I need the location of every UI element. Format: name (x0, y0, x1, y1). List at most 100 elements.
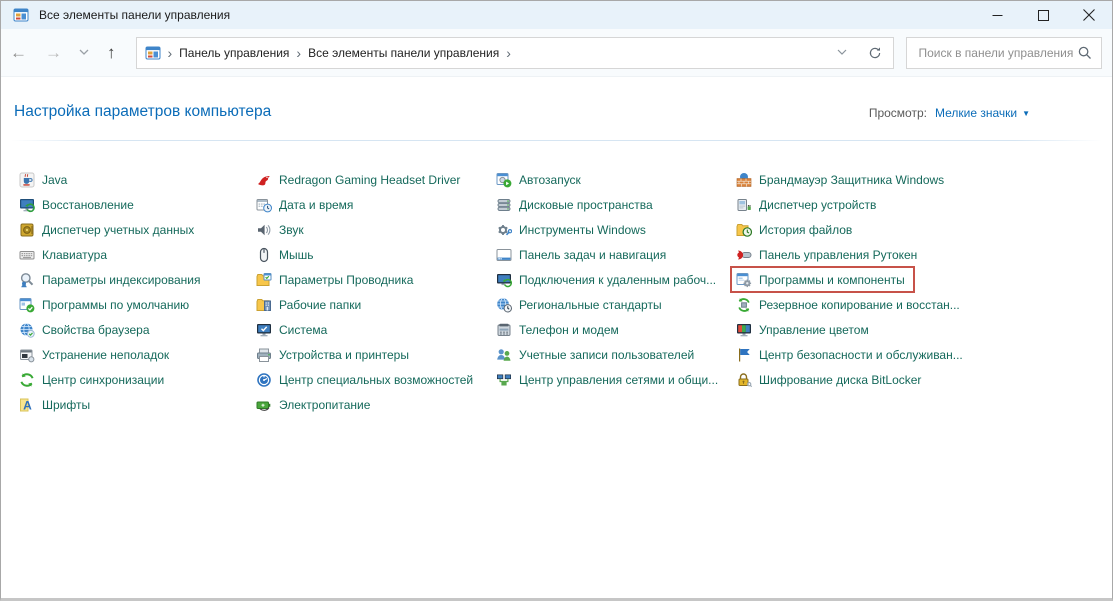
control-panel-item[interactable]: Шифрование диска BitLocker (736, 367, 921, 392)
item-label: Резервное копирование и восстан... (759, 298, 960, 312)
search-box[interactable] (906, 37, 1102, 69)
breadcrumb[interactable]: › Панель управления › Все элементы панел… (136, 37, 894, 69)
back-icon[interactable]: ← (1, 44, 36, 61)
control-panel-item[interactable]: Java (19, 167, 67, 192)
control-panel-item[interactable]: Учетные записи пользователей (496, 342, 694, 367)
breadcrumb-chevron-icon[interactable]: › (499, 46, 518, 60)
control-panel-item[interactable]: Панель задач и навигация (496, 242, 666, 267)
control-panel-item[interactable]: Автозапуск (496, 167, 581, 192)
items-area: JavaВосстановлениеДиспетчер учетных данн… (1, 167, 1112, 598)
explorer-options-icon (256, 272, 272, 288)
item-label: Мышь (279, 248, 314, 262)
item-label: Программы по умолчанию (42, 298, 189, 312)
close-button[interactable] (1066, 1, 1112, 29)
search-icon[interactable] (1077, 45, 1093, 61)
item-label: Автозапуск (519, 173, 581, 187)
control-panel-item[interactable]: Дата и время (256, 192, 353, 217)
control-panel-item[interactable]: Параметры индексирования (19, 267, 200, 292)
control-panel-item[interactable]: Подключения к удаленным рабоч... (496, 267, 716, 292)
window-controls (974, 1, 1112, 29)
item-label: Дата и время (279, 198, 353, 212)
item-label: Подключения к удаленным рабоч... (519, 273, 716, 287)
control-panel-item[interactable]: Рабочие папки (256, 292, 361, 317)
work-folders-icon (256, 297, 272, 313)
default-programs-icon (19, 297, 35, 313)
date-time-icon (256, 197, 272, 213)
item-label: Телефон и модем (519, 323, 619, 337)
breadcrumb-item-all-items[interactable]: Все элементы панели управления (308, 46, 499, 60)
item-label: Свойства браузера (42, 323, 150, 337)
up-icon[interactable]: ↑ (97, 44, 126, 61)
region-icon (496, 297, 512, 313)
search-input[interactable] (917, 45, 1077, 61)
item-label: Устранение неполадок (42, 348, 169, 362)
item-label: Центр синхронизации (42, 373, 164, 387)
minimize-icon (992, 10, 1003, 21)
breadcrumb-chevron-icon[interactable]: › (161, 46, 180, 60)
storage-spaces-icon (496, 197, 512, 213)
control-panel-item[interactable]: Резервное копирование и восстан... (736, 292, 960, 317)
item-label: Дисковые пространства (519, 198, 653, 212)
mouse-icon (256, 247, 272, 263)
control-panel-item[interactable]: Брандмауэр Защитника Windows (736, 167, 944, 192)
address-dropdown-chevron-icon[interactable] (837, 49, 847, 56)
sound-icon (256, 222, 272, 238)
control-panel-item[interactable]: Мышь (256, 242, 314, 267)
control-panel-item[interactable]: Устранение неполадок (19, 342, 169, 367)
items-column: Брандмауэр Защитника Windows Диспетчер ус… (736, 167, 1106, 392)
item-label: Шрифты (42, 398, 90, 412)
control-panel-item[interactable]: Параметры Проводника (256, 267, 413, 292)
control-panel-item[interactable]: Электропитание (256, 392, 370, 417)
item-label: Учетные записи пользователей (519, 348, 694, 362)
item-label: Звук (279, 223, 304, 237)
item-label: Панель управления Рутокен (759, 248, 917, 262)
recent-pages-chevron-icon[interactable] (71, 49, 97, 56)
control-panel-item[interactable]: Центр управления сетями и общи... (496, 367, 718, 392)
devices-printers-icon (256, 347, 272, 363)
file-history-icon (736, 222, 752, 238)
control-panel-item[interactable]: Центр специальных возможностей (256, 367, 473, 392)
control-panel-item[interactable]: Центр синхронизации (19, 367, 164, 392)
control-panel-item[interactable]: Redragon Gaming Headset Driver (256, 167, 460, 192)
control-panel-item[interactable]: Устройства и принтеры (256, 342, 409, 367)
breadcrumb-chevron-icon[interactable]: › (289, 46, 308, 60)
main-content: Настройка параметров компьютера Просмотр… (1, 77, 1112, 598)
maximize-button[interactable] (1020, 1, 1066, 29)
navigation-bar: ← → ↑ › Панель управления › Все элементы… (1, 29, 1112, 77)
control-panel-item[interactable]: Инструменты Windows (496, 217, 646, 242)
control-panel-item[interactable]: Панель управления Рутокен (736, 242, 917, 267)
view-dropdown[interactable]: Мелкие значки ▼ (935, 106, 1030, 120)
recovery-icon (19, 197, 35, 213)
control-panel-item[interactable]: A Шрифты (19, 392, 90, 417)
refresh-icon[interactable] (867, 45, 883, 61)
control-panel-item[interactable]: Программы и компоненты (736, 267, 905, 292)
control-panel-item[interactable]: Диспетчер учетных данных (19, 217, 194, 242)
control-panel-item[interactable]: Региональные стандарты (496, 292, 662, 317)
item-label: Рабочие папки (279, 298, 361, 312)
control-panel-item[interactable]: Управление цветом (736, 317, 869, 342)
control-panel-item[interactable]: Программы по умолчанию (19, 292, 189, 317)
control-panel-item[interactable]: Система (256, 317, 327, 342)
system-icon (256, 322, 272, 338)
control-panel-item[interactable]: Восстановление (19, 192, 134, 217)
control-panel-item[interactable]: Диспетчер устройств (736, 192, 876, 217)
control-panel-item[interactable]: Телефон и модем (496, 317, 619, 342)
minimize-button[interactable] (974, 1, 1020, 29)
control-panel-item[interactable]: Центр безопасности и обслуживан... (736, 342, 963, 367)
item-label: Инструменты Windows (519, 223, 646, 237)
titlebar: Все элементы панели управления (1, 1, 1112, 29)
control-panel-item[interactable]: История файлов (736, 217, 852, 242)
control-panel-icon (145, 45, 161, 61)
control-panel-item[interactable]: Дисковые пространства (496, 192, 653, 217)
window-title: Все элементы панели управления (39, 8, 230, 22)
item-label: Электропитание (279, 398, 370, 412)
forward-icon[interactable]: → (36, 44, 71, 61)
item-label: Управление цветом (759, 323, 869, 337)
control-panel-item[interactable]: Клавиатура (19, 242, 107, 267)
sync-center-icon (19, 372, 35, 388)
breadcrumb-item-control-panel[interactable]: Панель управления (179, 46, 289, 60)
control-panel-item[interactable]: Свойства браузера (19, 317, 150, 342)
control-panel-item[interactable]: Звук (256, 217, 304, 242)
svg-text:A: A (23, 398, 32, 412)
item-label: Диспетчер устройств (759, 198, 876, 212)
